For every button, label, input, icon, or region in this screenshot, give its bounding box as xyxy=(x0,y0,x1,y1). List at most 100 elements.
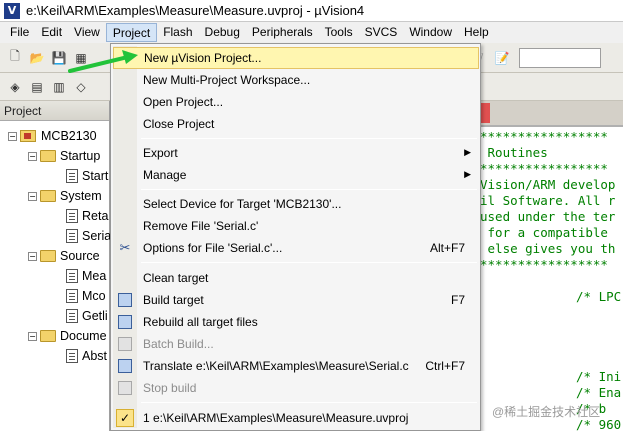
menu-project[interactable]: Project xyxy=(105,23,158,42)
find-combo-box[interactable] xyxy=(519,48,602,68)
project-menu-dropdown: New µVision Project... New Multi-Project… xyxy=(110,43,481,431)
menu-item-clean-target[interactable]: Clean target xyxy=(113,267,479,289)
tree-file[interactable]: Abst xyxy=(66,346,107,366)
code-line: else gives you th xyxy=(480,241,616,256)
menu-separator xyxy=(141,262,477,263)
open-file-button[interactable]: 📂 xyxy=(27,48,47,68)
menu-file[interactable]: File xyxy=(4,23,35,42)
menu-item-recent-project-1[interactable]: ✓ 1 e:\Keil\ARM\Examples\Measure\Measure… xyxy=(113,407,479,429)
collapse-icon[interactable]: − xyxy=(28,251,37,261)
submenu-arrow-icon: ▶ xyxy=(464,148,471,158)
code-line: used under the ter xyxy=(480,209,616,224)
menu-debug[interactable]: Debug xyxy=(199,23,246,42)
tree-file[interactable]: Mea xyxy=(66,266,106,286)
translate-icon: ◈ xyxy=(10,79,20,94)
tree-group-documentation[interactable]: − Docume xyxy=(28,326,107,346)
code-line: /* LPC xyxy=(576,289,622,304)
menu-item-translate[interactable]: Translate e:\Keil\ARM\Examples\Measure\S… xyxy=(113,355,479,377)
menu-item-label: Clean target xyxy=(143,271,209,285)
stop-build-icon xyxy=(113,377,137,399)
tree-target-mcb2130[interactable]: − MCB2130 xyxy=(8,126,97,146)
save-button[interactable]: 💾 xyxy=(49,48,69,68)
menu-peripherals[interactable]: Peripherals xyxy=(246,23,319,42)
menu-edit[interactable]: Edit xyxy=(35,23,68,42)
menu-item-label: Select Device for Target 'MCB2130'... xyxy=(143,197,342,211)
folder-icon xyxy=(40,330,56,342)
code-line: for a compatible xyxy=(480,225,608,240)
editor-tab-strip xyxy=(480,101,623,127)
tree-file[interactable]: Mco xyxy=(66,286,106,306)
source-file-icon xyxy=(66,309,78,323)
code-editor[interactable]: ***************** Routines *************… xyxy=(480,101,623,431)
new-file-button[interactable]: 🗋 xyxy=(5,48,25,68)
batch-build-button[interactable]: ◇ xyxy=(71,77,91,97)
source-file-icon xyxy=(66,269,78,283)
menu-item-label: Remove File 'Serial.c' xyxy=(143,219,259,233)
menu-item-rebuild-all[interactable]: Rebuild all target files xyxy=(113,311,479,333)
code-line: il Software. All r xyxy=(480,193,616,208)
menu-item-close-project[interactable]: Close Project xyxy=(113,113,479,135)
menu-flash[interactable]: Flash xyxy=(157,23,198,42)
build-button[interactable]: ▤ xyxy=(27,77,47,97)
menu-item-label: Stop build xyxy=(143,381,197,395)
menu-item-select-device[interactable]: Select Device for Target 'MCB2130'... xyxy=(113,193,479,215)
collapse-icon[interactable]: − xyxy=(28,331,37,341)
rebuild-icon xyxy=(113,311,137,333)
menu-item-manage[interactable]: Manage ▶ xyxy=(113,164,479,186)
project-panel: Project − MCB2130 − Startup Start − Syst… xyxy=(0,101,111,431)
menu-separator xyxy=(141,402,477,403)
find-in-files-icon: 📝 xyxy=(494,51,510,65)
tree-file[interactable]: Getli xyxy=(66,306,108,326)
menu-item-label: Batch Build... xyxy=(143,337,214,351)
collapse-icon[interactable]: − xyxy=(8,131,17,141)
open-folder-icon: 📂 xyxy=(29,50,45,65)
menu-separator xyxy=(141,189,477,190)
menu-tools[interactable]: Tools xyxy=(319,23,359,42)
find-in-files-button[interactable]: 📝 xyxy=(492,48,512,68)
editor-tab-marker[interactable] xyxy=(480,103,490,123)
menu-view[interactable]: View xyxy=(68,23,106,42)
collapse-icon[interactable]: − xyxy=(28,151,37,161)
menu-item-remove-file[interactable]: Remove File 'Serial.c' xyxy=(113,215,479,237)
menu-item-options-for-file[interactable]: ✂ Options for File 'Serial.c'... Alt+F7 xyxy=(113,237,479,259)
menu-item-label: Options for File 'Serial.c'... xyxy=(143,241,283,255)
tree-label: Start xyxy=(82,169,109,183)
translate-icon xyxy=(113,355,137,377)
menu-item-build-target[interactable]: Build target F7 xyxy=(113,289,479,311)
uvision-app-icon[interactable]: V xyxy=(4,2,20,19)
project-panel-header: Project xyxy=(0,101,109,121)
tree-label: Mco xyxy=(82,289,106,303)
code-line: ***************** xyxy=(480,129,608,144)
translate-button[interactable]: ◈ xyxy=(5,77,25,97)
source-file-icon xyxy=(66,229,78,243)
menu-item-export[interactable]: Export ▶ xyxy=(113,142,479,164)
menu-item-label: 1 e:\Keil\ARM\Examples\Measure\Measure.u… xyxy=(143,411,409,425)
rebuild-button[interactable]: ▥ xyxy=(49,77,69,97)
source-file-icon xyxy=(66,289,78,303)
menu-svcs[interactable]: SVCS xyxy=(359,23,404,42)
rebuild-icon: ▥ xyxy=(53,79,65,94)
watermark: @稀土掘金技术社区 xyxy=(492,405,601,419)
toolbar-right-group: ⫽ 📝 xyxy=(478,48,602,68)
collapse-icon[interactable]: − xyxy=(28,191,37,201)
code-line: Routines xyxy=(480,145,548,160)
tree-file[interactable]: Start xyxy=(66,166,108,186)
menu-window[interactable]: Window xyxy=(403,23,458,42)
submenu-arrow-icon: ▶ xyxy=(464,170,471,180)
menu-item-new-uvision-project[interactable]: New µVision Project... xyxy=(113,47,479,69)
tree-file[interactable]: Reta xyxy=(66,206,108,226)
text-file-icon xyxy=(66,349,78,363)
menu-bar: File Edit View Project Flash Debug Perip… xyxy=(0,22,623,43)
code-line: /* Ena xyxy=(576,385,622,400)
menu-item-open-project[interactable]: Open Project... xyxy=(113,91,479,113)
tree-group-startup[interactable]: − Startup xyxy=(28,146,100,166)
tree-group-system[interactable]: − System xyxy=(28,186,102,206)
menu-help[interactable]: Help xyxy=(458,23,495,42)
tree-file[interactable]: Seria xyxy=(66,226,111,246)
menu-item-stop-build[interactable]: Stop build xyxy=(113,377,479,399)
menu-item-batch-build[interactable]: Batch Build... xyxy=(113,333,479,355)
tree-group-source[interactable]: − Source xyxy=(28,246,100,266)
build-icon: ▤ xyxy=(31,79,43,94)
menu-item-new-multi-project-workspace[interactable]: New Multi-Project Workspace... xyxy=(113,69,479,91)
save-all-button[interactable]: ▦ xyxy=(71,48,91,68)
